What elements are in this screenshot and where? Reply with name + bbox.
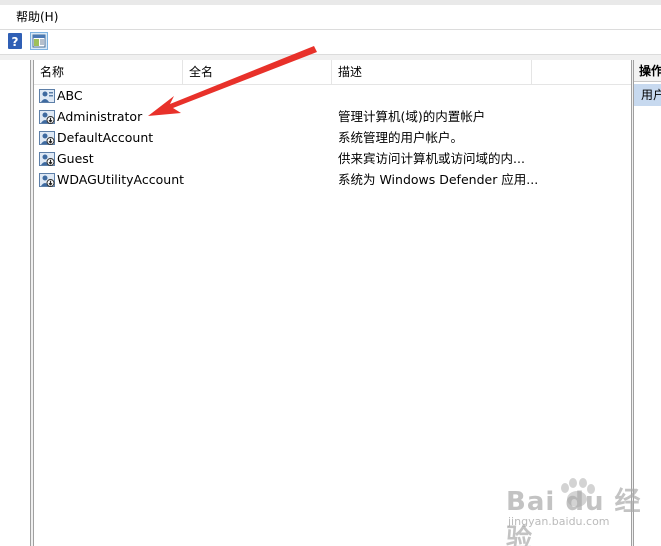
baidu-jingyan-watermark: Bai du 经验 jingyan.baidu.com — [498, 475, 648, 546]
computer-management-window: 帮助(H) ? 名称 全名 描述 ABC Administrator 管理计算机… — [0, 0, 661, 546]
user-row-administrator[interactable]: Administrator 管理计算机(域)的内置帐户 — [34, 106, 631, 127]
actions-header: 操作 — [634, 60, 661, 82]
disabled-user-account-icon — [39, 109, 55, 125]
actions-pane: 操作 用户 — [633, 60, 661, 546]
column-header-name[interactable]: 名称 — [34, 60, 183, 84]
show-hide-action-pane-icon[interactable] — [30, 32, 48, 50]
user-name: WDAGUtilityAccount — [57, 172, 185, 187]
user-row-defaultaccount[interactable]: DefaultAccount 系统管理的用户帐户。 — [34, 127, 631, 148]
watermark-url: jingyan.baidu.com — [508, 515, 610, 528]
watermark-brand: Bai du 经验 — [506, 487, 642, 546]
column-header-fullname[interactable]: 全名 — [183, 60, 332, 84]
disabled-user-account-icon — [39, 151, 55, 167]
help-question-icon[interactable]: ? — [7, 33, 23, 49]
menu-bar: 帮助(H) — [0, 5, 661, 29]
user-row-wdagutilityaccount[interactable]: WDAGUtilityAccount 系统为 Windows Defender … — [34, 169, 631, 190]
user-description: 系统管理的用户帐户。 — [338, 130, 464, 145]
list-column-header: 名称 全名 描述 — [34, 60, 631, 85]
console-tree-pane[interactable] — [0, 60, 31, 546]
user-list-pane: 名称 全名 描述 ABC Administrator 管理计算机(域)的内置帐户 — [33, 60, 632, 546]
column-header-description[interactable]: 描述 — [332, 60, 532, 84]
svg-text:?: ? — [12, 35, 19, 49]
user-description: 管理计算机(域)的内置帐户 — [338, 109, 486, 124]
disabled-user-account-icon — [39, 172, 55, 188]
user-row-abc[interactable]: ABC — [34, 85, 631, 106]
user-name: DefaultAccount — [57, 130, 154, 145]
user-row-guest[interactable]: Guest 供来宾访问计算机或访问域的内... — [34, 148, 631, 169]
menu-help[interactable]: 帮助(H) — [10, 9, 64, 26]
user-name: Administrator — [57, 109, 143, 124]
toolbar: ? — [0, 29, 661, 55]
actions-item-users[interactable]: 用户 — [634, 84, 661, 106]
disabled-user-account-icon — [39, 130, 55, 146]
user-description: 系统为 Windows Defender 应用... — [338, 172, 539, 187]
user-name: ABC — [57, 88, 83, 103]
user-name: Guest — [57, 151, 94, 166]
user-description: 供来宾访问计算机或访问域的内... — [338, 151, 525, 166]
user-account-icon — [39, 88, 55, 104]
user-list: ABC Administrator 管理计算机(域)的内置帐户 DefaultA… — [34, 85, 631, 190]
